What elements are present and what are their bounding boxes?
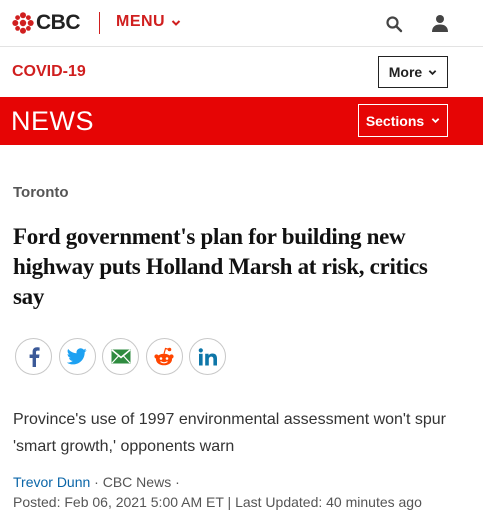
reddit-share-button[interactable] [145, 338, 183, 375]
facebook-share-button[interactable] [15, 338, 52, 375]
news-section-bar: NEWS Sections [0, 97, 483, 145]
share-buttons [15, 338, 233, 375]
user-icon[interactable] [430, 13, 450, 33]
byline: Trevor Dunn · CBC News · [13, 474, 180, 490]
chevron-down-icon [431, 118, 440, 124]
more-label: More [388, 64, 423, 80]
article-headline: Ford government's plan for building new … [13, 224, 428, 309]
article-deck: Province's use of 1997 environmental ass… [13, 411, 446, 455]
top-nav-bar: CBC MENU [0, 0, 483, 47]
cbc-logo[interactable]: CBC [12, 11, 81, 34]
chevron-down-icon [171, 20, 181, 26]
facebook-icon [29, 346, 40, 367]
email-icon [110, 349, 131, 364]
more-button[interactable]: More [378, 56, 448, 88]
covid-bar: COVID-19 More [0, 48, 483, 96]
sections-label: Sections [365, 112, 425, 129]
logo-text: CBC [36, 11, 81, 34]
chevron-down-icon [428, 69, 437, 75]
dateline: Posted: Feb 06, 2021 5:00 AM ET | Last U… [13, 494, 422, 510]
sections-button[interactable]: Sections [358, 104, 448, 137]
section-title[interactable]: NEWS [11, 106, 94, 137]
menu-button[interactable]: MENU [116, 13, 181, 31]
menu-label: MENU [116, 13, 166, 30]
author-link[interactable]: Trevor Dunn [13, 474, 90, 490]
email-share-button[interactable] [102, 338, 139, 375]
twitter-icon [67, 348, 87, 365]
article-category[interactable]: Toronto [13, 184, 69, 201]
twitter-share-button[interactable] [58, 338, 96, 375]
search-icon[interactable] [385, 15, 403, 33]
covid-link[interactable]: COVID-19 [12, 63, 86, 81]
cbc-gem-icon [12, 12, 34, 34]
linkedin-share-button[interactable] [189, 338, 226, 375]
header-divider [99, 12, 100, 34]
byline-source: · CBC News · [90, 474, 180, 490]
linkedin-icon [198, 347, 217, 365]
reddit-icon [154, 347, 174, 365]
